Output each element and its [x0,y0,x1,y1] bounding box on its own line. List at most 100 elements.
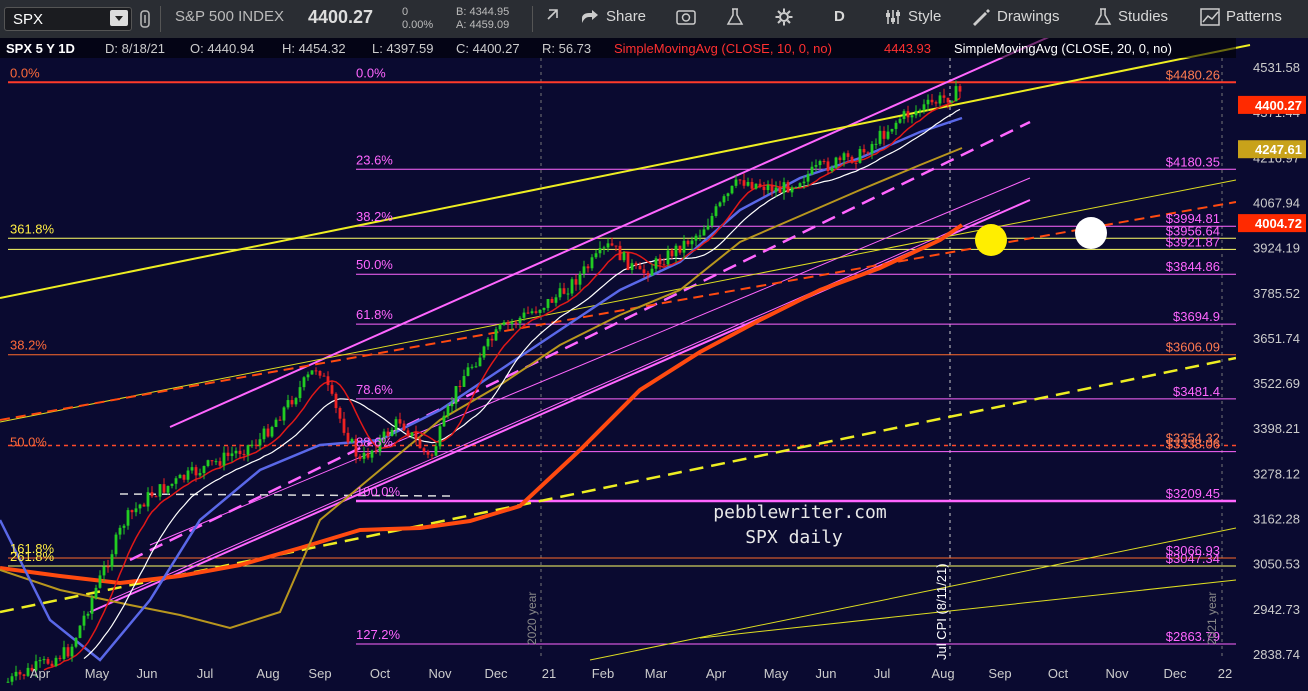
candle-body [70,646,74,657]
candle-body [282,407,286,421]
vline-label-2020: 2020 year [525,592,539,645]
candle-body [870,144,874,154]
marker-circle-yellow [975,224,1007,256]
flask-icon[interactable] [726,8,744,30]
x-tick-label: Aug [931,666,954,681]
candle-body [790,187,794,193]
expand-icon[interactable] [545,8,559,28]
fib-price-label: $3844.86 [1166,259,1220,274]
candle-body [150,492,154,497]
candle-body [374,450,378,452]
candle-body [726,193,730,197]
style-button[interactable]: Style [884,8,941,26]
candle-body [834,157,838,168]
x-tick-label: Jun [137,666,158,681]
y-tick-label: 3398.21 [1253,421,1300,436]
candle-body [918,109,922,111]
candle-body [434,446,438,456]
candle-body [862,148,866,153]
candle-body [686,240,690,245]
gear-icon[interactable] [775,8,793,30]
candle-body [98,575,102,588]
candle-body [882,130,886,139]
candle-body [450,403,454,407]
candle-body [830,167,834,172]
candle-body [514,322,518,324]
candle-body [102,566,106,576]
drawings-button[interactable]: Drawings [971,8,1060,27]
chevron-down-icon[interactable] [110,10,128,26]
candle-body [662,264,666,266]
candle-body [574,279,578,285]
candle-body [206,460,210,467]
candle-body [318,370,322,376]
toolbar: SPX S&P 500 INDEX 4400.27 0 0.00% B: 434… [0,0,1308,39]
candle-body [14,671,18,677]
candle-body [186,470,190,480]
candle-body [538,309,542,313]
style-icon [886,10,900,25]
candle-body [146,492,150,507]
candle-body [142,504,146,507]
candle-body [806,174,810,182]
candle-body [62,647,66,659]
link-icon[interactable] [140,10,150,32]
period-button[interactable]: D [834,8,845,25]
candle-body [570,279,574,294]
last-price: 4400.27 [308,7,374,27]
toolbar-divider [532,6,533,32]
vline-label-cpi: Jul CPI (8/11/21) [934,563,949,660]
candle-body [606,243,610,248]
candle-body [646,273,650,276]
candle-body [898,118,902,123]
candle-body [474,366,478,368]
candle-body [774,187,778,192]
patterns-button[interactable]: Patterns [1200,8,1282,26]
symbol-selector[interactable]: SPX [4,7,132,31]
x-tick-label: Apr [30,666,51,681]
fib-price-label: $3694.9 [1173,309,1220,324]
candle-body [210,460,214,462]
candle-body [78,625,82,638]
header-date: D: 8/18/21 [105,41,165,56]
candle-body [242,454,246,456]
candle-body [794,187,798,189]
candle-body [674,245,678,257]
candle-body [214,461,218,463]
x-tick-label: Jul [874,666,891,681]
candle-body [946,97,950,103]
candle-body [902,111,906,119]
chart-area[interactable]: 4531.584371.444216.974067.943924.193785.… [0,31,1308,686]
header-sma10-label: SimpleMovingAvg (CLOSE, 10, 0, no) [614,41,832,56]
candle-body [254,444,258,446]
pencil-icon [973,9,990,27]
candle-body [478,357,482,367]
candle-body [182,474,186,480]
candle-body [430,454,434,456]
fib-price-label: $4180.35 [1166,154,1220,169]
candle-body [526,312,530,314]
candle-body [562,288,566,294]
candle-body [954,86,958,102]
candle-body [122,525,126,528]
candle-body [170,483,174,486]
price-chart[interactable]: 4531.584371.444216.974067.943924.193785.… [0,31,1308,686]
studies-button[interactable]: Studies [1094,8,1168,26]
candle-body [46,659,50,664]
share-button[interactable]: Share [580,8,646,25]
candle-body [218,461,222,466]
screenshot-icon[interactable] [676,8,696,29]
candle-body [610,243,614,246]
candle-body [618,245,622,261]
candle-body [118,527,122,535]
candle-body [138,504,142,509]
x-tick-label: Feb [592,666,614,681]
candle-body [626,252,630,270]
price-badge-label: 4247.61 [1255,142,1302,157]
candle-body [10,676,14,682]
candle-body [762,186,766,191]
candle-body [534,311,538,313]
candle-body [590,257,594,269]
candle-body [714,206,718,216]
candle-body [678,245,682,253]
